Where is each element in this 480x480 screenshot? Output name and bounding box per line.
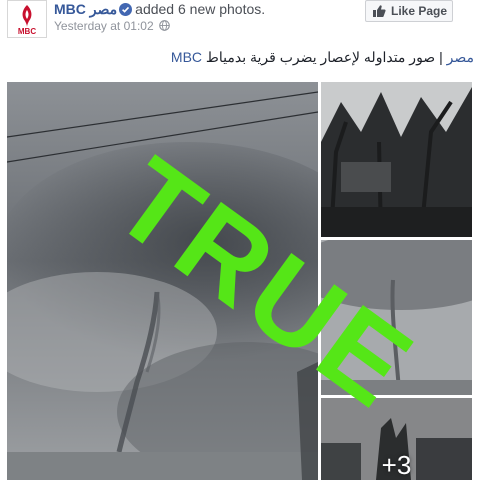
more-photos-count: +3 — [381, 450, 412, 480]
facebook-post: MBC MBC مصر added 6 new photos. Yesterday… — [0, 0, 480, 480]
mbc-logo-icon — [22, 5, 32, 27]
page-name-latin: MBC — [54, 1, 86, 17]
page-name-arabic: مصر — [89, 1, 118, 17]
post-meta: Yesterday at 01:02 — [54, 19, 170, 33]
photo-fourth-more[interactable]: +3 — [321, 398, 472, 480]
photo-second[interactable] — [321, 82, 472, 237]
storm-damage-trees-photo — [321, 82, 472, 237]
like-page-label: Like Page — [391, 4, 448, 18]
avatar-logo-text: MBC — [17, 27, 37, 36]
post-action-text: added 6 new photos. — [135, 1, 266, 17]
caption-text: صور متداوله لإعصار يضرب قرية بدمياط — [205, 49, 436, 65]
caption-separator: | — [435, 49, 447, 65]
photo-main[interactable] — [7, 82, 318, 480]
photo-third[interactable] — [321, 240, 472, 395]
post-caption: MBC مصر | صور متداوله لإعصار يضرب قرية ب… — [171, 49, 474, 66]
page-avatar[interactable]: MBC — [7, 0, 47, 38]
post-headline: MBC مصر added 6 new photos. — [54, 1, 265, 18]
page-name-link[interactable]: MBC مصر — [54, 1, 117, 17]
post-timestamp[interactable]: Yesterday at 01:02 — [54, 19, 154, 33]
thumbs-up-icon — [373, 5, 386, 17]
distant-tornado-photo — [321, 240, 472, 395]
like-page-button[interactable]: Like Page — [365, 0, 453, 22]
globe-icon[interactable] — [158, 20, 170, 31]
tornado-funnel-photo — [7, 82, 318, 480]
verified-badge-icon — [119, 3, 133, 16]
